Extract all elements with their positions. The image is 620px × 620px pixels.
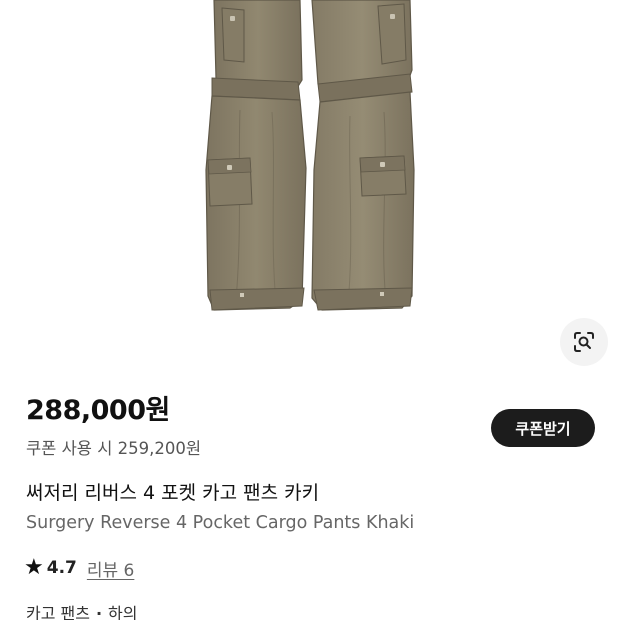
category-item[interactable]: 하의 (108, 604, 137, 620)
star-icon: ★ (24, 555, 44, 580)
category-breadcrumb: 카고 팬츠 · 하의 (26, 603, 138, 620)
lens-search-icon (574, 332, 594, 352)
category-item[interactable]: 카고 팬츠 (26, 604, 90, 620)
category-separator: · (95, 604, 103, 620)
product-title-korean: 써저리 리버스 4 포켓 카고 팬츠 카키 (26, 482, 320, 504)
review-link[interactable]: 리뷰 6 (87, 556, 135, 581)
get-coupon-button[interactable]: 쿠폰받기 (491, 409, 595, 447)
product-title-english: Surgery Reverse 4 Pocket Cargo Pants Kha… (26, 513, 415, 533)
product-detail-page: 288,000원 쿠폰 사용 시 259,200원 쿠폰받기 써저리 리버스 4… (0, 0, 620, 620)
coupon-price: 쿠폰 사용 시 259,200원 (26, 439, 202, 458)
rating-value: 4.7 (46, 558, 77, 578)
rating-row: ★ 4.7 리뷰 6 (24, 555, 134, 581)
product-image[interactable] (0, 0, 620, 380)
product-price: 288,000원 (26, 395, 170, 426)
image-search-button[interactable] (560, 318, 608, 366)
cargo-pants-illustration (205, 0, 415, 311)
